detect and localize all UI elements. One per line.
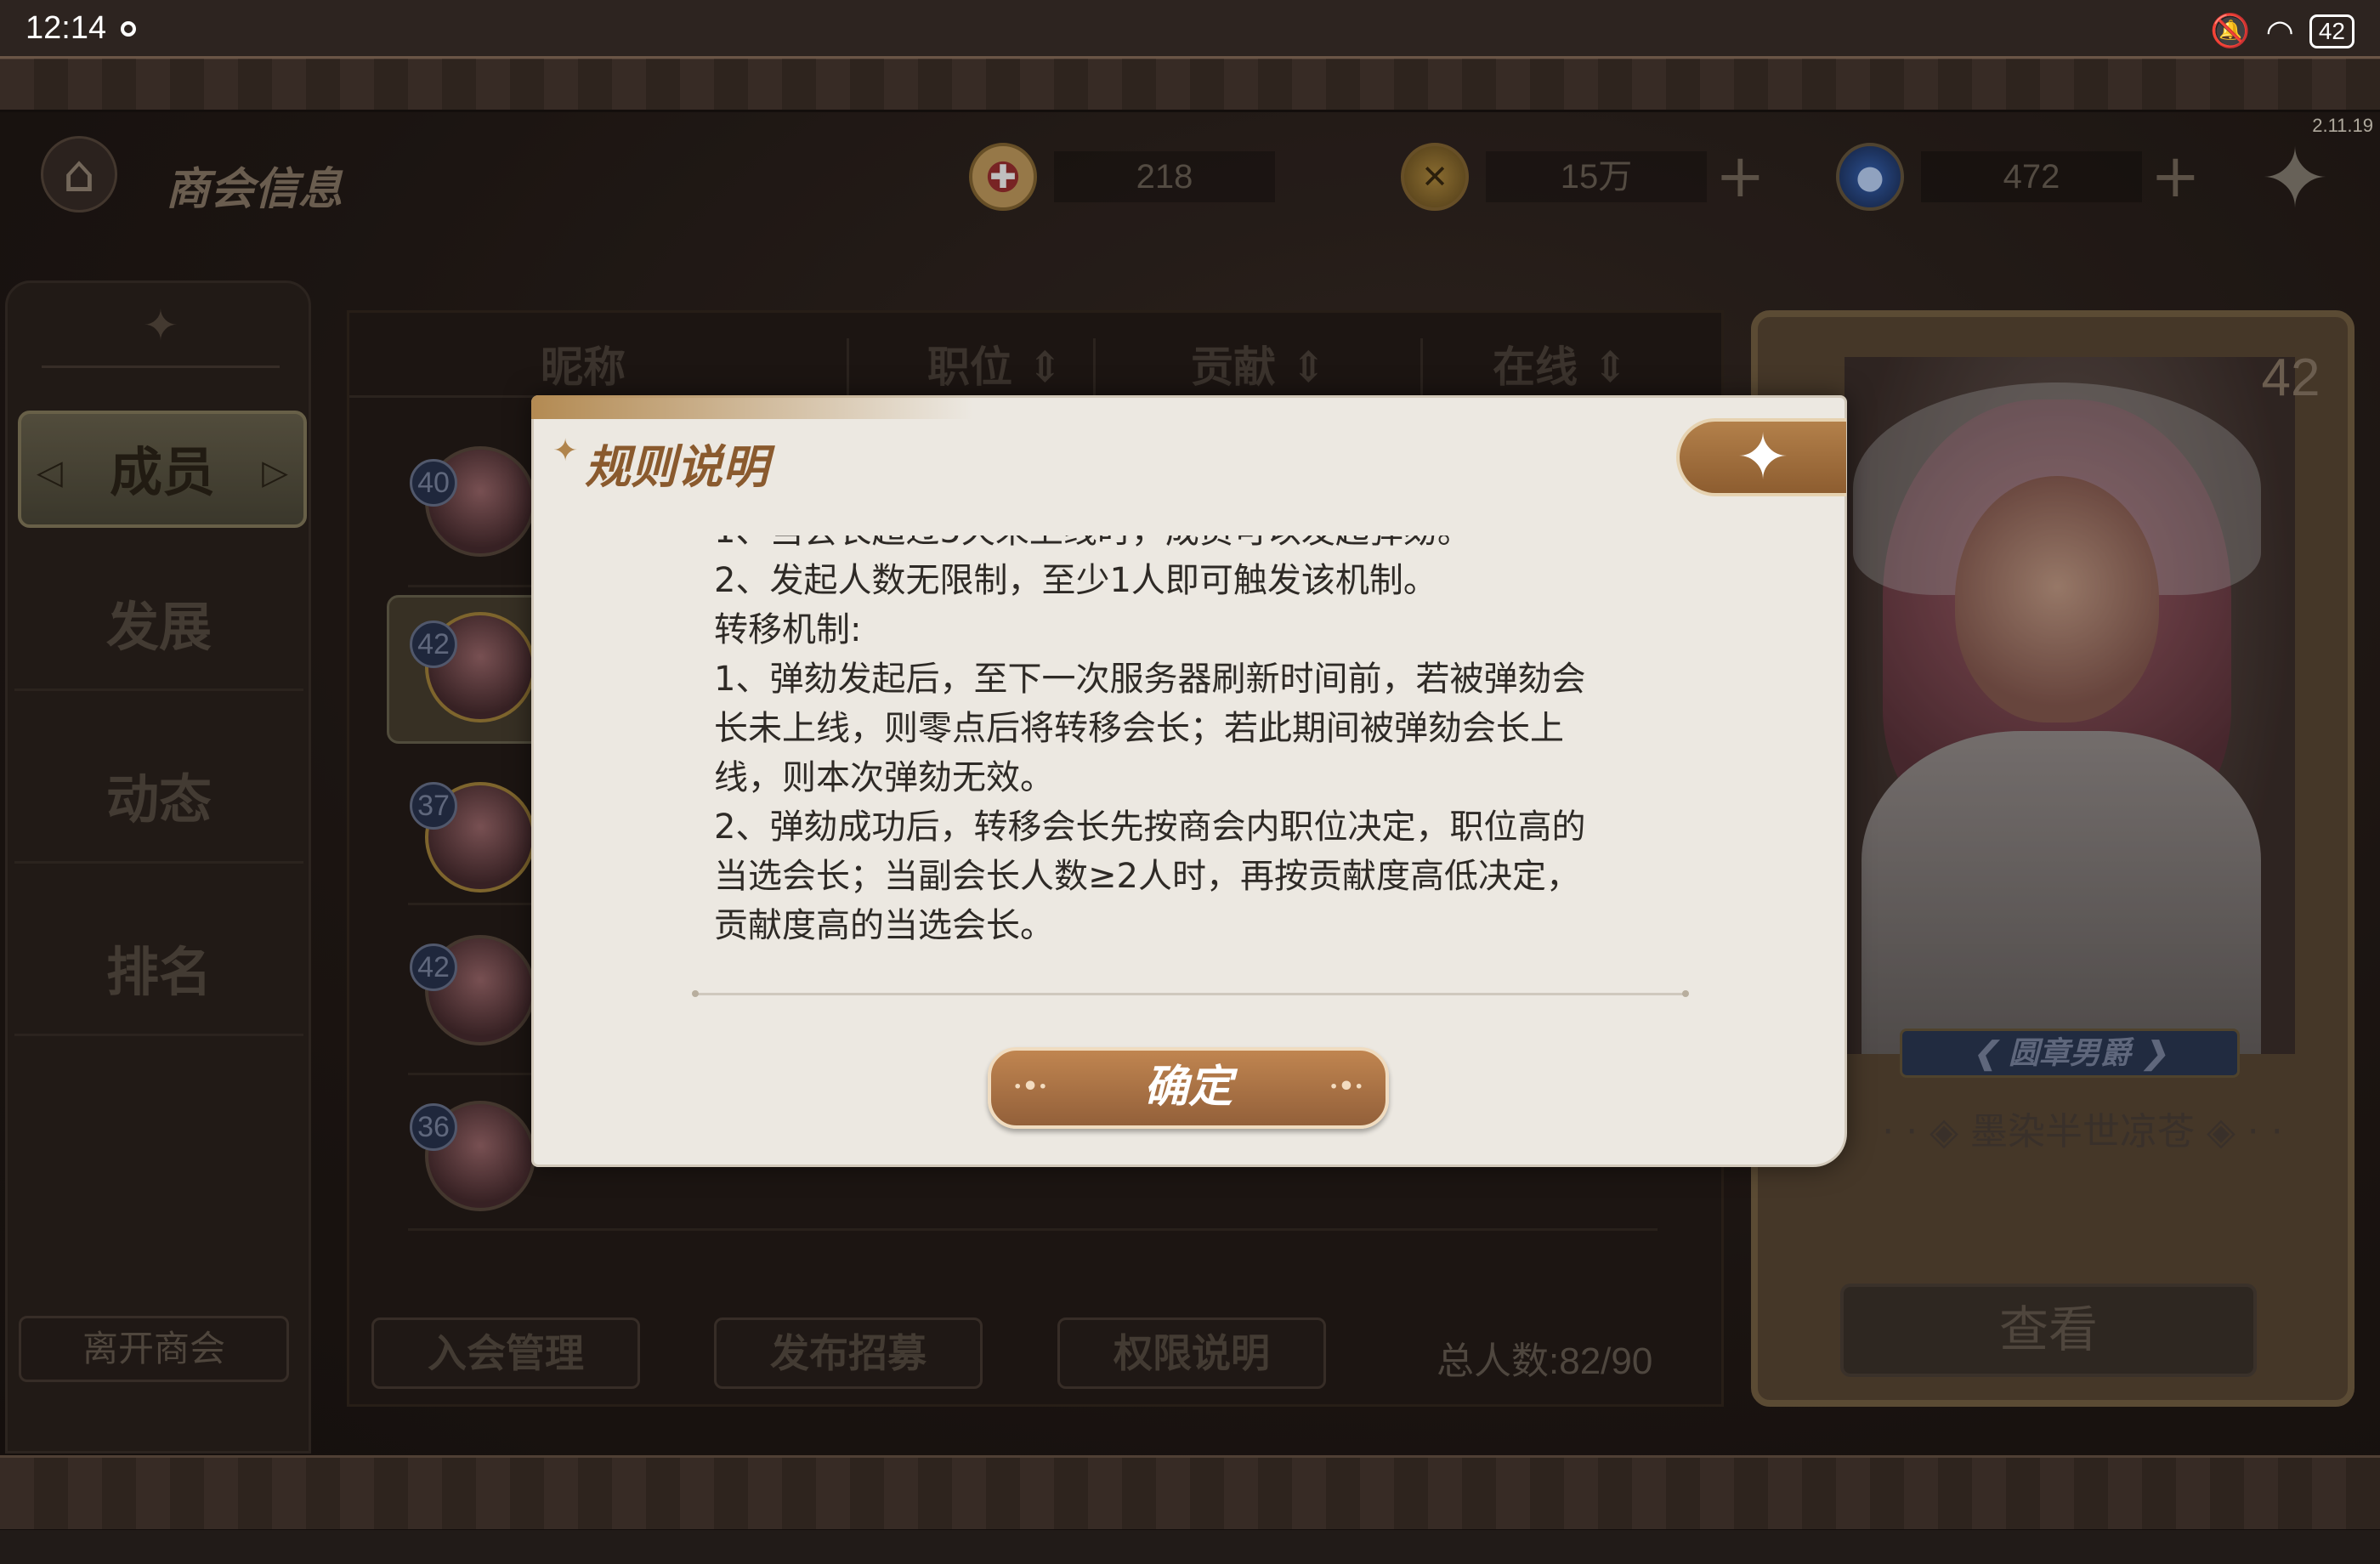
rules-line: 1、弹劾发起后，至下一次服务器刷新时间前，若被弹劾会 <box>714 660 1586 699</box>
battery-indicator: 42 <box>2309 14 2354 48</box>
button-ornament-right-icon: ·•· <box>1329 1072 1363 1102</box>
clock: 12:14 <box>26 10 107 46</box>
status-bar: 12:14 🔕 ◠ 42 <box>0 0 2380 60</box>
rules-line: 2、发起人数无限制，至少1人即可触发该机制。 <box>714 561 1437 600</box>
rules-line: 当选会长；当副会长人数≥2人时，再按贡献度高低决定， <box>714 857 1580 896</box>
rules-line: 线，则本次弹劾无效。 <box>714 758 1054 797</box>
dialog-divider <box>692 990 1689 997</box>
wifi-icon: ◠ <box>2265 12 2294 50</box>
confirm-button[interactable]: ·•· 确定 ·•· <box>988 1047 1389 1129</box>
dialog-close-button[interactable]: ✦ <box>1676 418 1846 496</box>
rules-text-scroll[interactable]: 1、当会长超过5天未上线时，成员可以发起弹劾。 2、发起人数无限制，至少1人即可… <box>714 536 1692 978</box>
rules-line: 转移机制: <box>714 610 862 649</box>
dialog-corner-ornament <box>531 395 973 419</box>
rules-line: 2、弹劾成功后，转移会长先按商会内职位决定，职位高的 <box>714 808 1586 847</box>
rules-line: 贡献度高的当选会长。 <box>714 906 1054 945</box>
dialog-title: 规则说明 <box>585 439 768 494</box>
sparkle-icon: ✦ <box>552 434 579 468</box>
confirm-label: 确定 <box>1143 1061 1232 1113</box>
rules-line: 1、当会长超过5天未上线时，成员可以发起弹劾。 <box>714 536 1692 556</box>
mute-icon: 🔕 <box>2210 12 2251 49</box>
shuriken-close-icon: ✦ <box>1736 421 1789 494</box>
rules-line: 长未上线，则零点后将转移会长；若此期间被弹劾会长上 <box>714 709 1564 748</box>
button-ornament-left-icon: ·•· <box>1013 1072 1048 1102</box>
notification-dot-icon <box>121 21 136 37</box>
